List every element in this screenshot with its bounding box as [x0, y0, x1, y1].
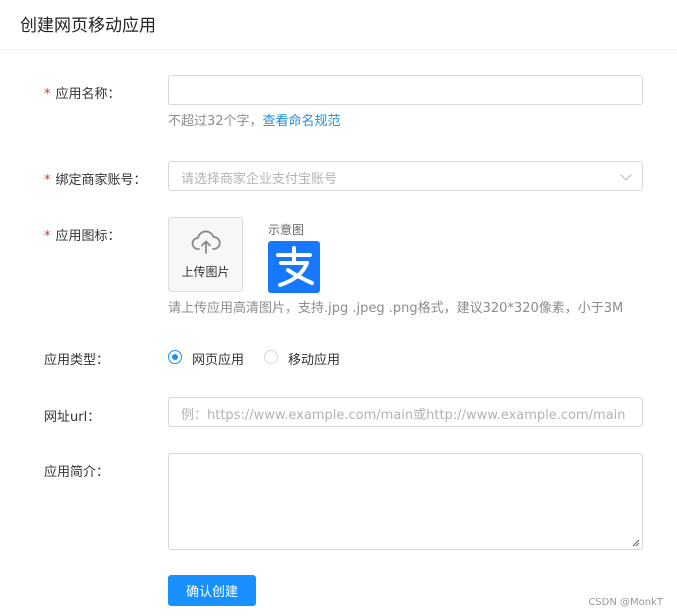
- cloud-upload-icon: [191, 230, 221, 254]
- merchant-account-select[interactable]: 请选择商家企业支付宝账号: [168, 161, 643, 191]
- app-name-label-text: 应用名称：: [55, 87, 121, 102]
- sample-image-label: 示意图: [268, 223, 305, 237]
- upload-image-button[interactable]: 上传图片: [168, 217, 243, 292]
- confirm-create-button[interactable]: 确认创建: [168, 575, 256, 606]
- app-icon-label: * 应用图标：: [44, 225, 121, 244]
- app-name-hint: 不超过32个字，查看命名规范: [168, 110, 341, 129]
- required-mark: *: [44, 229, 51, 244]
- radio-mobile-app-label[interactable]: 移动应用: [288, 349, 340, 368]
- radio-mobile-app[interactable]: [264, 350, 278, 364]
- watermark: CSDN @MonkT: [588, 597, 663, 608]
- app-intro-textarea[interactable]: [168, 453, 643, 550]
- page-header: 创建网页移动应用: [0, 0, 677, 50]
- resize-handle-icon[interactable]: [632, 539, 640, 547]
- app-name-input[interactable]: [168, 75, 643, 105]
- radio-web-app-label[interactable]: 网页应用: [192, 349, 244, 368]
- create-app-page: 创建网页移动应用 * 应用名称： 不超过32个字，查看命名规范 * 绑定商家账号： …: [0, 0, 677, 616]
- app-type-label: 应用类型：: [44, 353, 110, 368]
- upload-image-label: 上传图片: [181, 265, 230, 279]
- app-icon-label-text: 应用图标：: [55, 229, 121, 244]
- chevron-down-icon: [620, 169, 632, 181]
- website-url-placeholder: 例：https://www.example.com/main或http://ww…: [181, 408, 626, 423]
- alipay-logo: [268, 241, 320, 293]
- merchant-account-label: * 绑定商家账号：: [44, 169, 147, 188]
- required-mark: *: [44, 87, 51, 102]
- required-mark: *: [44, 173, 51, 188]
- merchant-account-label-text: 绑定商家账号：: [55, 173, 147, 188]
- app-name-hint-text: 不超过32个字，: [168, 114, 263, 129]
- radio-web-app[interactable]: [168, 350, 182, 364]
- naming-rules-link[interactable]: 查看命名规范: [263, 114, 341, 129]
- website-url-input[interactable]: 例：https://www.example.com/main或http://ww…: [168, 397, 643, 427]
- merchant-account-placeholder: 请选择商家企业支付宝账号: [181, 172, 338, 187]
- page-title: 创建网页移动应用: [20, 16, 156, 36]
- app-intro-label: 应用简介：: [44, 465, 110, 480]
- app-icon-hint: 请上传应用高清图片，支持.jpg .jpeg .png格式，建议320*320像…: [168, 301, 624, 316]
- alipay-logo-glyph: [276, 246, 314, 287]
- website-url-label: 网址url：: [44, 410, 101, 425]
- app-name-label: * 应用名称：: [44, 83, 121, 102]
